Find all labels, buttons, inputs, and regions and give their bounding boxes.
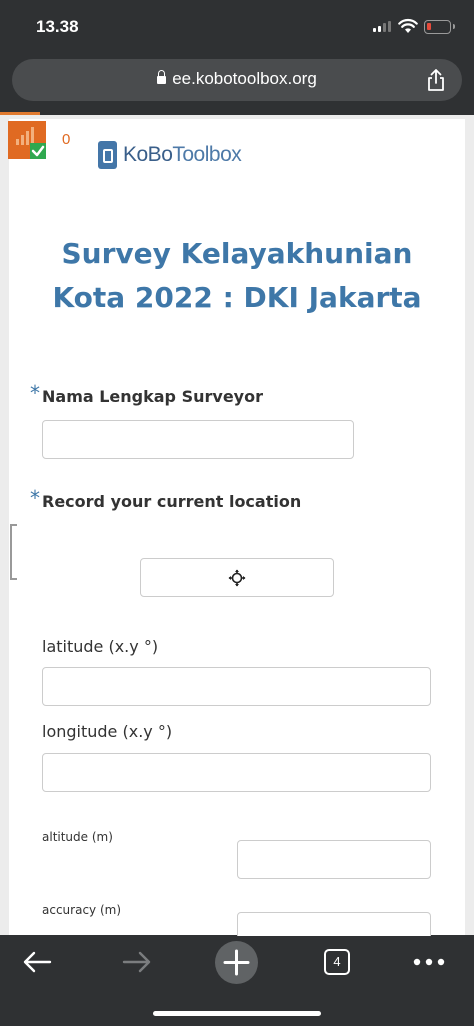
home-indicator: [153, 1011, 321, 1016]
status-bar: 13.38: [0, 0, 474, 52]
surveyor-name-input[interactable]: [42, 420, 354, 459]
form-title: Survey Kelayakhunian Kota 2022 : DKI Jak…: [52, 237, 422, 314]
url-text: ee.kobotoolbox.org: [172, 69, 317, 88]
cellular-signal-icon: [373, 21, 391, 32]
share-icon[interactable]: [426, 68, 446, 92]
question-bracket: [10, 524, 17, 580]
plus-icon: [223, 949, 250, 976]
tabs-button[interactable]: 4: [324, 949, 350, 975]
altitude-input[interactable]: [237, 840, 431, 879]
detect-location-button[interactable]: [140, 558, 334, 597]
offline-queue-count: 0: [62, 131, 71, 148]
back-arrow-icon[interactable]: [22, 950, 52, 974]
altitude-label: altitude (m): [42, 830, 113, 844]
required-marker: *: [30, 381, 40, 405]
kobotoolbox-logo: KoBoToolbox: [98, 141, 242, 169]
status-time: 13.38: [36, 17, 79, 36]
address-bar[interactable]: ee.kobotoolbox.org: [12, 59, 462, 101]
battery-icon: [424, 20, 455, 34]
longitude-label: longitude (x.y °): [42, 722, 173, 741]
accuracy-label: accuracy (m): [42, 903, 122, 917]
forward-arrow-icon[interactable]: [122, 950, 152, 974]
more-options-icon[interactable]: [413, 957, 445, 967]
offline-queue-icon: [16, 127, 46, 159]
lock-icon: [157, 70, 167, 85]
latitude-input[interactable]: [42, 667, 431, 706]
wifi-icon: [398, 19, 418, 33]
required-marker: *: [30, 486, 40, 510]
latitude-label: latitude (x.y °): [42, 637, 159, 656]
new-tab-button[interactable]: [215, 941, 258, 984]
question-label-location: Record your current location: [42, 492, 302, 511]
offline-queue-badge[interactable]: [8, 121, 46, 159]
logo-text-light: Toolbox: [172, 143, 242, 166]
logo-text-bold: KoBo: [123, 143, 173, 166]
kobo-logo-icon: [98, 141, 117, 169]
longitude-input[interactable]: [42, 753, 431, 792]
question-label-surveyor-name: Nama Lengkap Surveyor: [42, 387, 263, 406]
crosshair-icon: [228, 569, 246, 586]
